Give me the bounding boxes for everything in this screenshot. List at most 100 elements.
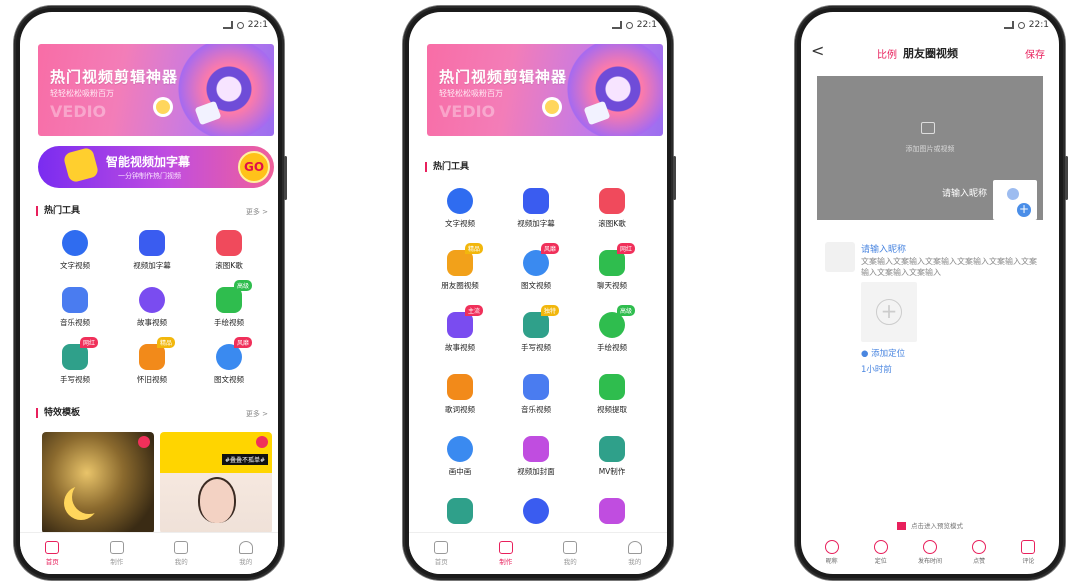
tool-item[interactable]: 视频加封面 [501, 436, 571, 477]
template-card-portrait[interactable]: #叠叠不孤单# [160, 432, 272, 534]
toolbar-label: 定位 [874, 557, 887, 565]
nickname-hint[interactable]: 请输入昵称 [942, 186, 987, 199]
tab-works[interactable]: 我的 [545, 541, 595, 566]
karaoke-icon [216, 230, 242, 256]
tool-item[interactable]: 视频提取 [577, 374, 647, 415]
tab-home[interactable]: 首页 [27, 541, 77, 566]
banner-title: 热门视频剪辑神器 [439, 68, 568, 86]
tool-tag-badge: 风靡 [540, 243, 559, 254]
tool-label: 视频加字幕 [133, 261, 171, 270]
media-canvas[interactable]: 添加图片或视频 请输入昵称 [817, 76, 1043, 220]
post-avatar[interactable] [825, 242, 855, 272]
status-bar: 22:1 [409, 12, 667, 38]
tool-label: 图文视频 [521, 281, 551, 290]
ratio-button[interactable]: 比例 [877, 46, 897, 61]
tab-create[interactable]: 制作 [92, 541, 142, 566]
tool-item[interactable]: 独特 手写视频 [501, 305, 571, 353]
tool-item[interactable]: 滚图K歌 [577, 188, 647, 229]
status-bar: 22:1 [20, 12, 278, 38]
tool-item[interactable]: 视频加字幕 [117, 230, 187, 271]
post-nickname[interactable]: 请输入昵称 [861, 242, 906, 255]
tool-item[interactable]: 风靡 图文视频 [194, 337, 264, 385]
tool-item[interactable]: 故事视频 [117, 287, 187, 328]
subtitle-feature-banner[interactable]: 智能视频加字幕 一分钟制作热门视频 GO [38, 146, 274, 188]
tool-label: 朋友圈视频 [441, 281, 479, 290]
promo-banner[interactable]: 热门视频剪辑神器 轻轻松松吸粉百万 VEDIO [427, 44, 663, 136]
moments-video-icon: 精品 [447, 243, 483, 276]
scissor-icon [62, 146, 100, 184]
tool-item[interactable] [501, 498, 571, 528]
tab-create[interactable]: 制作 [481, 541, 531, 566]
toolbar-label: 评论 [1022, 557, 1035, 565]
tool-item[interactable]: 风靡图文视频 [501, 243, 571, 291]
tool-item[interactable]: MV制作 [577, 436, 647, 477]
image-text-icon: 风靡 [523, 243, 559, 276]
add-photo-button[interactable]: + [861, 282, 917, 342]
tool-label: 手绘视频 [214, 318, 244, 327]
preview-mode-link[interactable]: 点击进入预览模式 [801, 520, 1059, 530]
split-icon [447, 498, 473, 524]
banner-subtitle: 轻轻松松吸粉百万 [50, 89, 114, 98]
toolbar-time[interactable]: 发布时间 [911, 539, 949, 565]
pip-icon [447, 436, 473, 462]
tab-works[interactable]: 我的 [156, 541, 206, 566]
tool-item[interactable] [577, 498, 647, 528]
tool-item[interactable] [425, 498, 495, 528]
tool-label: 视频加字幕 [517, 219, 555, 228]
tool-label: 图文视频 [214, 375, 244, 384]
tool-item[interactable]: 歌词视频 [425, 374, 495, 415]
hot-tools-more-link[interactable]: 更多 > [246, 207, 268, 217]
editor-toolbar: 昵称 定位 发布时间 点赞 评论 [801, 530, 1059, 574]
add-avatar-icon[interactable] [993, 180, 1037, 220]
go-button[interactable]: GO [238, 151, 270, 183]
template-card-bokeh[interactable] [42, 432, 154, 534]
tool-item[interactable]: 高级 手绘视频 [577, 305, 647, 353]
canvas-hint: 添加图片或视频 [905, 145, 955, 153]
portrait-icon [599, 498, 625, 524]
tool-label: 文字视频 [445, 219, 475, 228]
tool-label: 歌词视频 [445, 405, 475, 414]
tool-item[interactable]: 音乐视频 [501, 374, 571, 415]
create-screen: 22:1 热门视频剪辑神器 轻轻松松吸粉百万 VEDIO 热门工具 文字视频 视频… [409, 12, 667, 574]
tool-item[interactable]: 精品 怀旧视频 [117, 337, 187, 385]
post-text[interactable]: 文案输入文案输入文案输入文案输入文案输入文案输入文案输入文案输入 [861, 256, 1037, 278]
tab-profile[interactable]: 我的 [610, 541, 660, 566]
effects-more-link[interactable]: 更多 > [246, 409, 268, 419]
toolbar-label: 点赞 [973, 557, 986, 565]
tool-label: 视频提取 [597, 405, 627, 414]
tool-item[interactable]: 视频加字幕 [501, 188, 571, 229]
subtitle-icon [523, 188, 549, 214]
tool-item[interactable]: 滚图K歌 [194, 230, 264, 271]
tool-label: 滚图K歌 [598, 219, 626, 228]
toolbar-nickname[interactable]: 昵称 [813, 539, 851, 565]
subtitle-banner-title: 智能视频加字幕 [106, 155, 191, 169]
tool-item[interactable]: 主流 故事视频 [425, 305, 495, 353]
hand-draw-icon: 高级 [599, 305, 635, 338]
tool-item[interactable]: 音乐视频 [40, 287, 110, 328]
add-location-link[interactable]: ● 添加定位 [861, 347, 905, 359]
portrait-art [198, 477, 236, 523]
status-time: 22:1 [636, 20, 657, 30]
tab-home[interactable]: 首页 [416, 541, 466, 566]
tool-item[interactable]: 网红 手写视频 [40, 337, 110, 385]
tab-profile[interactable]: 我的 [221, 541, 271, 566]
tool-label: 文字视频 [60, 261, 90, 270]
tool-item[interactable]: 网红 聊天视频 [577, 243, 647, 291]
tab-label: 首页 [434, 558, 448, 566]
banner-subtitle: 轻轻松松吸粉百万 [439, 89, 503, 98]
post-time[interactable]: 1小时前 [861, 363, 892, 375]
crown-icon [138, 436, 150, 448]
promo-banner[interactable]: 热门视频剪辑神器 轻轻松松吸粉百万 VEDIO [38, 44, 274, 136]
tool-item[interactable]: 精品朋友圈视频 [425, 243, 495, 291]
save-button[interactable]: 保存 [1025, 46, 1045, 61]
tool-item[interactable]: 文字视频 [40, 230, 110, 271]
toolbar-comment[interactable]: 评论 [1009, 539, 1047, 565]
back-icon[interactable]: < [811, 43, 824, 59]
toolbar-like[interactable]: 点赞 [960, 539, 998, 565]
tool-item[interactable]: 高级 手绘视频 [194, 280, 264, 328]
plus-icon: + [876, 299, 902, 325]
tool-item[interactable]: 文字视频 [425, 188, 495, 229]
mockup-stage: 22:1 热门视频剪辑神器 轻轻松松吸粉百万 VEDIO 智能视频加字幕 一分钟… [0, 0, 1073, 584]
toolbar-location[interactable]: 定位 [862, 539, 900, 565]
tool-item[interactable]: 画中画 [425, 436, 495, 477]
